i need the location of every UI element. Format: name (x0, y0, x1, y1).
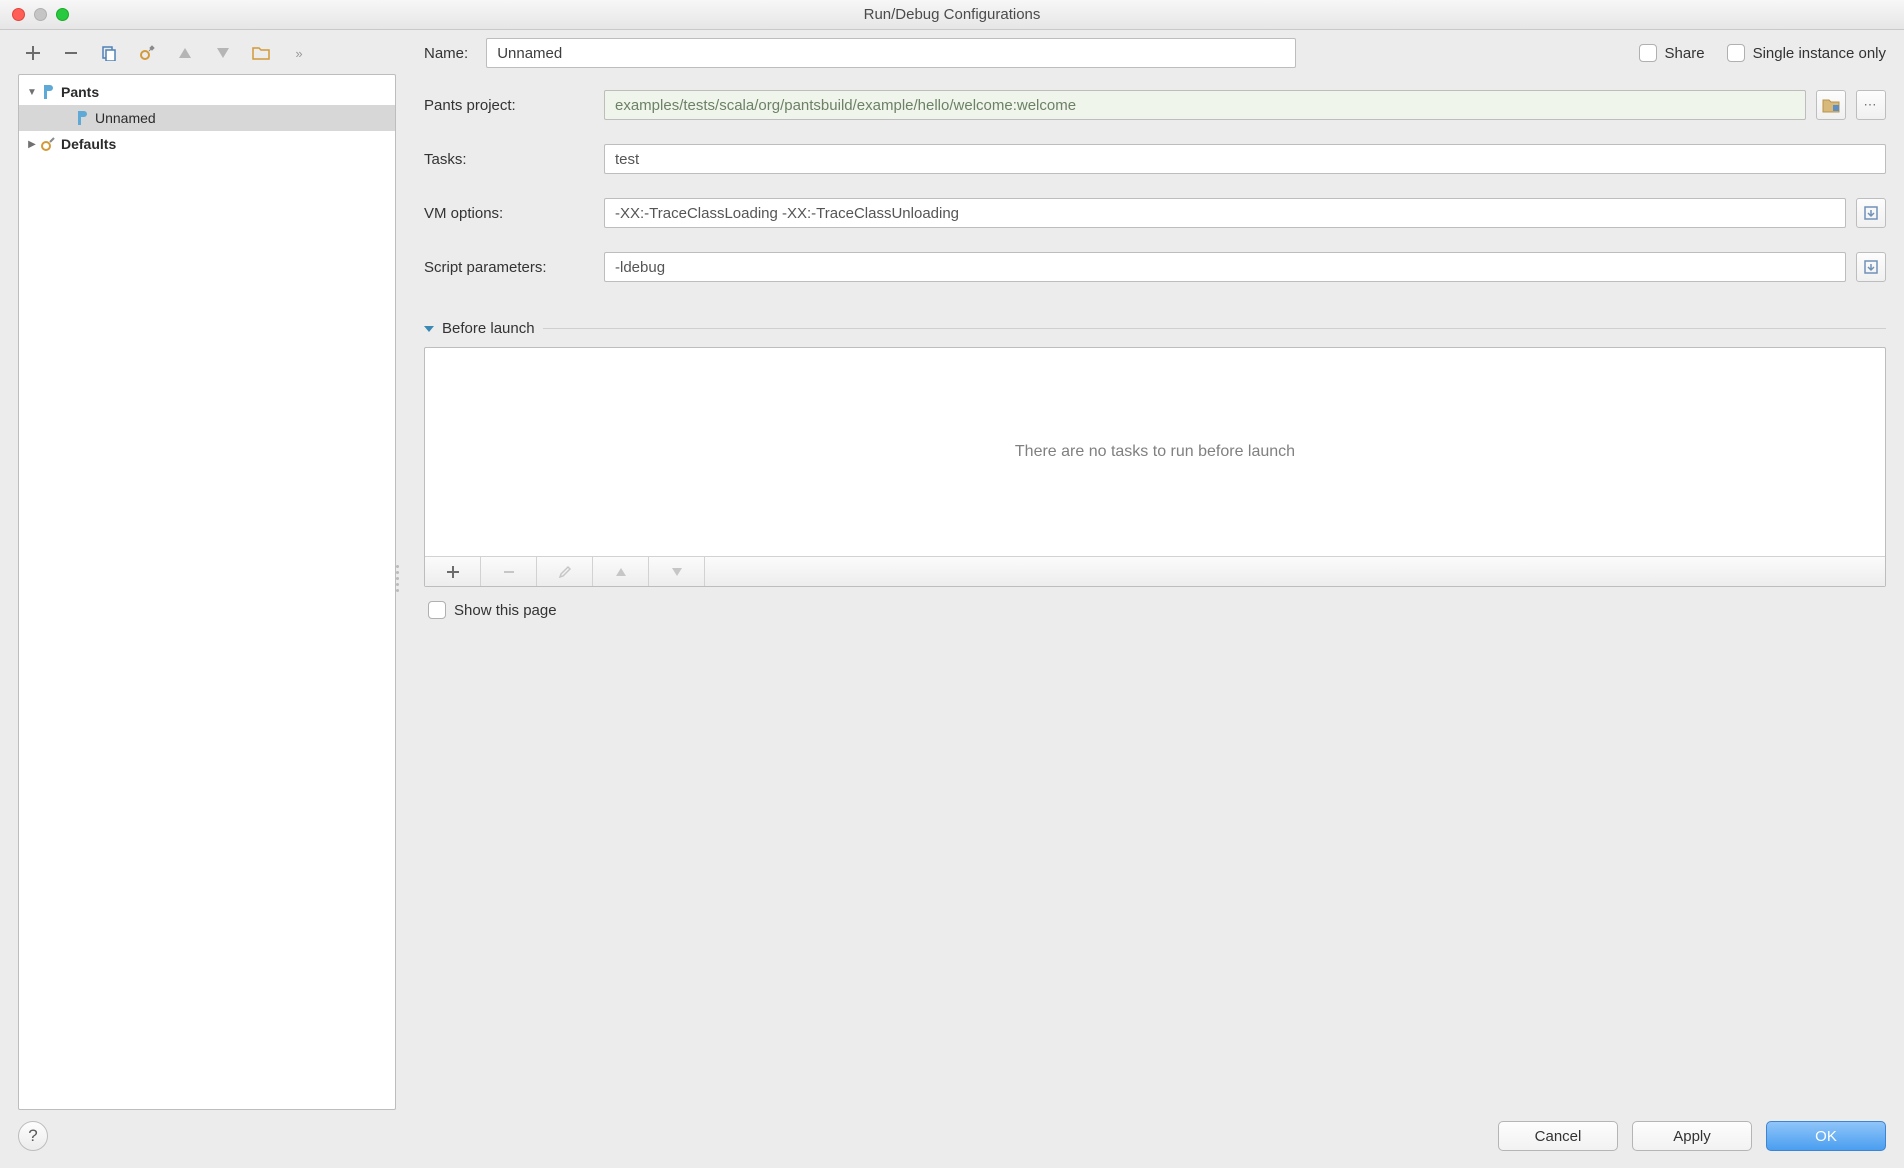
task-down-button (649, 557, 705, 586)
name-input[interactable] (486, 38, 1296, 68)
before-launch-toolbar (425, 556, 1885, 586)
script-params-label: Script parameters: (424, 259, 604, 276)
script-params-input[interactable] (604, 252, 1846, 282)
pants-icon (39, 83, 57, 101)
tree-node-pants[interactable]: ▼ Pants (19, 79, 395, 105)
before-launch-title: Before launch (442, 320, 535, 337)
vm-options-input[interactable] (604, 198, 1846, 228)
before-launch-empty: There are no tasks to run before launch (1015, 443, 1295, 461)
defaults-icon (39, 135, 57, 153)
expand-vm-button[interactable] (1856, 198, 1886, 228)
chevron-down-icon (424, 326, 434, 332)
apply-button[interactable]: Apply (1632, 1121, 1752, 1151)
titlebar: Run/Debug Configurations (0, 0, 1904, 30)
share-checkbox[interactable]: Share (1639, 44, 1705, 62)
single-instance-checkbox[interactable]: Single instance only (1727, 44, 1886, 62)
zoom-window-icon[interactable] (56, 8, 69, 21)
copy-config-button[interactable] (98, 42, 120, 64)
pants-icon (73, 109, 91, 127)
config-tree: ▼ Pants Unnamed ▶ Defaults (18, 74, 396, 1110)
more-project-button[interactable]: ⋯ (1856, 90, 1886, 120)
tree-label: Defaults (61, 136, 116, 152)
expand-script-button[interactable] (1856, 252, 1886, 282)
dialog-footer: ? Cancel Apply OK (0, 1110, 1904, 1162)
tasks-input[interactable] (604, 144, 1886, 174)
before-launch-header[interactable]: Before launch (424, 320, 1886, 337)
browse-project-button[interactable] (1816, 90, 1846, 120)
traffic-lights (0, 8, 69, 21)
add-config-button[interactable] (22, 42, 44, 64)
expand-toolbar-icon[interactable]: » (288, 42, 310, 64)
disclosure-closed-icon: ▶ (25, 139, 39, 150)
tree-label: Pants (61, 84, 99, 100)
tree-node-defaults[interactable]: ▶ Defaults (19, 131, 395, 157)
name-label: Name: (424, 45, 468, 62)
add-task-button[interactable] (425, 557, 481, 586)
remove-config-button[interactable] (60, 42, 82, 64)
disclosure-open-icon: ▼ (25, 87, 39, 98)
move-up-button[interactable] (174, 42, 196, 64)
form-panel: Name: Share Single instance only Pants p… (396, 38, 1886, 1110)
remove-task-button (481, 557, 537, 586)
checkbox-icon (1639, 44, 1657, 62)
window-title: Run/Debug Configurations (0, 6, 1904, 23)
show-page-checkbox[interactable]: Show this page (428, 601, 557, 619)
help-button[interactable]: ? (18, 1121, 48, 1151)
share-label: Share (1665, 45, 1705, 62)
tree-node-unnamed[interactable]: Unnamed (19, 105, 395, 131)
divider (543, 328, 1886, 329)
minimize-window-icon (34, 8, 47, 21)
edit-task-button (537, 557, 593, 586)
tree-label: Unnamed (95, 110, 156, 126)
ok-button[interactable]: OK (1766, 1121, 1886, 1151)
pants-project-label: Pants project: (424, 97, 604, 114)
checkbox-icon (428, 601, 446, 619)
move-down-button[interactable] (212, 42, 234, 64)
pants-project-input[interactable] (604, 90, 1806, 120)
splitter-grip-icon[interactable] (396, 565, 399, 592)
task-up-button (593, 557, 649, 586)
sidebar: » ▼ Pants Unnamed ▶ (18, 38, 396, 1110)
vm-options-label: VM options: (424, 205, 604, 222)
tasks-label: Tasks: (424, 151, 604, 168)
sidebar-toolbar: » (18, 38, 396, 74)
folder-button[interactable] (250, 42, 272, 64)
cancel-button[interactable]: Cancel (1498, 1121, 1618, 1151)
settings-config-button[interactable] (136, 42, 158, 64)
show-page-label: Show this page (454, 602, 557, 619)
close-window-icon[interactable] (12, 8, 25, 21)
checkbox-icon (1727, 44, 1745, 62)
single-instance-label: Single instance only (1753, 45, 1886, 62)
before-launch-list: There are no tasks to run before launch (424, 347, 1886, 587)
